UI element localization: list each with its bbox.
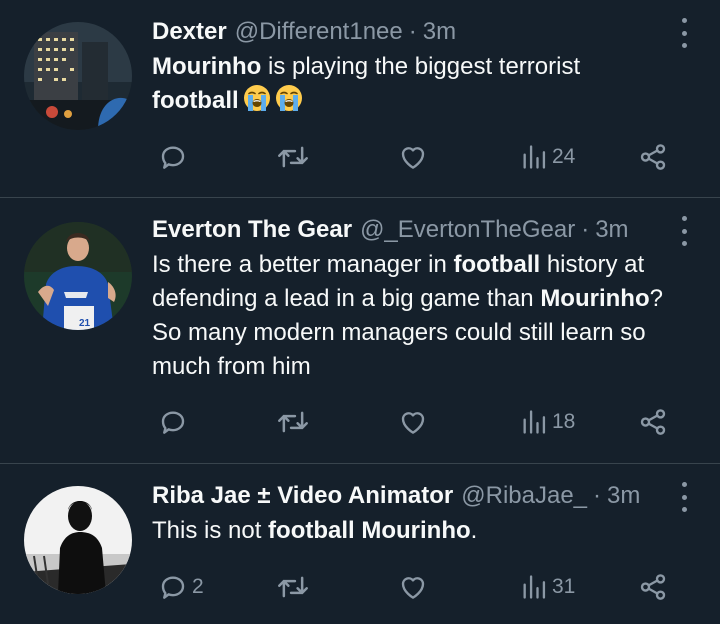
reply-icon [161,411,185,434]
reply-button[interactable] [158,137,192,177]
reply-count: 2 [192,575,204,598]
separator-dot: · [593,482,602,509]
avatar[interactable] [24,486,132,594]
tweet-text: This is not football Mourinho. [152,514,696,548]
retweet-button[interactable] [276,567,314,607]
tweet-header: Dexter @Different1nee · 3m [152,14,696,50]
timestamp[interactable]: 3m [595,216,628,244]
bold-keyword: Mourinho [540,285,650,312]
timestamp[interactable]: 3m [607,482,640,510]
timeline-feed: Dexter @Different1nee · 3m Mourinho is p… [0,0,720,624]
like-button[interactable] [398,567,432,607]
share-button[interactable] [638,137,668,177]
user-handle[interactable]: @RibaJae_ [461,482,587,510]
share-icon [640,574,666,600]
bold-keyword: football [453,251,541,278]
views-count: 24 [552,145,576,168]
share-button[interactable] [638,567,668,607]
tweet[interactable]: 21 Everton The Gear @_EvertonTheGear · 3… [0,198,720,464]
views-icon [523,575,546,599]
tweet-actions: 24 [152,137,696,177]
share-icon [640,409,666,435]
views-count: 31 [552,575,576,598]
text-run: history at [540,251,645,278]
more-options-icon[interactable] [672,18,696,48]
tweet-text: Is there a better manager in football hi… [152,248,696,384]
user-handle[interactable]: @_EvertonTheGear [360,216,575,244]
heart-icon [401,412,425,434]
display-name[interactable]: Dexter [152,18,227,46]
tweet-header: Everton The Gear @_EvertonTheGear · 3m [152,212,696,248]
reply-icon [161,576,185,599]
more-options-icon[interactable] [672,482,696,512]
text-run: much from him [152,353,311,380]
views-icon [523,145,546,169]
user-handle[interactable]: @Different1nee [235,18,403,46]
heart-icon [401,577,425,599]
retweet-icon [278,576,308,598]
retweet-icon [278,146,308,168]
text-run: defending a lead in a big game than [152,285,541,312]
reply-icon [161,146,185,169]
tweet[interactable]: Riba Jae ± Video Animator @RibaJae_ · 3m… [0,464,720,624]
bold-keyword: football [152,87,239,114]
reply-button[interactable] [158,402,192,442]
retweet-icon [278,411,308,433]
views-button[interactable]: 24 [520,137,575,177]
reply-button[interactable]: 2 [158,567,204,607]
text-run: So many modern managers could still lear… [152,319,646,346]
display-name[interactable]: Riba Jae ± Video Animator [152,482,453,510]
views-count: 18 [552,410,576,433]
text-run: This is not [152,517,269,544]
loudly-crying-face-icon [275,85,302,111]
separator-dot: · [408,18,417,45]
svg-text:21: 21 [79,318,91,329]
text-run: Is there a better manager in [152,251,454,278]
retweet-button[interactable] [276,402,314,442]
share-icon [640,144,666,170]
views-button[interactable]: 31 [520,567,575,607]
loudly-crying-face-icon [243,85,270,111]
avatar[interactable] [24,22,132,130]
bold-keyword: football Mourinho [268,517,471,544]
heart-icon [401,147,425,169]
like-button[interactable] [398,137,432,177]
retweet-button[interactable] [276,137,314,177]
tweet[interactable]: Dexter @Different1nee · 3m Mourinho is p… [0,0,720,198]
tweet-actions: 18 [152,402,696,442]
timestamp[interactable]: 3m [423,18,456,46]
views-button[interactable]: 18 [520,402,575,442]
more-options-icon[interactable] [672,216,696,246]
bold-keyword: Mourinho [152,53,262,80]
avatar[interactable]: 21 [24,222,132,330]
tweet-header: Riba Jae ± Video Animator @RibaJae_ · 3m [152,478,696,514]
tweet-actions: 2 31 [152,567,696,607]
like-button[interactable] [398,402,432,442]
display-name[interactable]: Everton The Gear [152,216,352,244]
separator-dot: · [581,216,590,243]
views-icon [523,410,546,434]
tweet-text: Mourinho is playing the biggest terroris… [152,50,696,118]
text-run: is playing the biggest terrorist [261,53,581,80]
text-run: ? [649,285,663,312]
text-run: . [470,517,478,544]
share-button[interactable] [638,402,668,442]
